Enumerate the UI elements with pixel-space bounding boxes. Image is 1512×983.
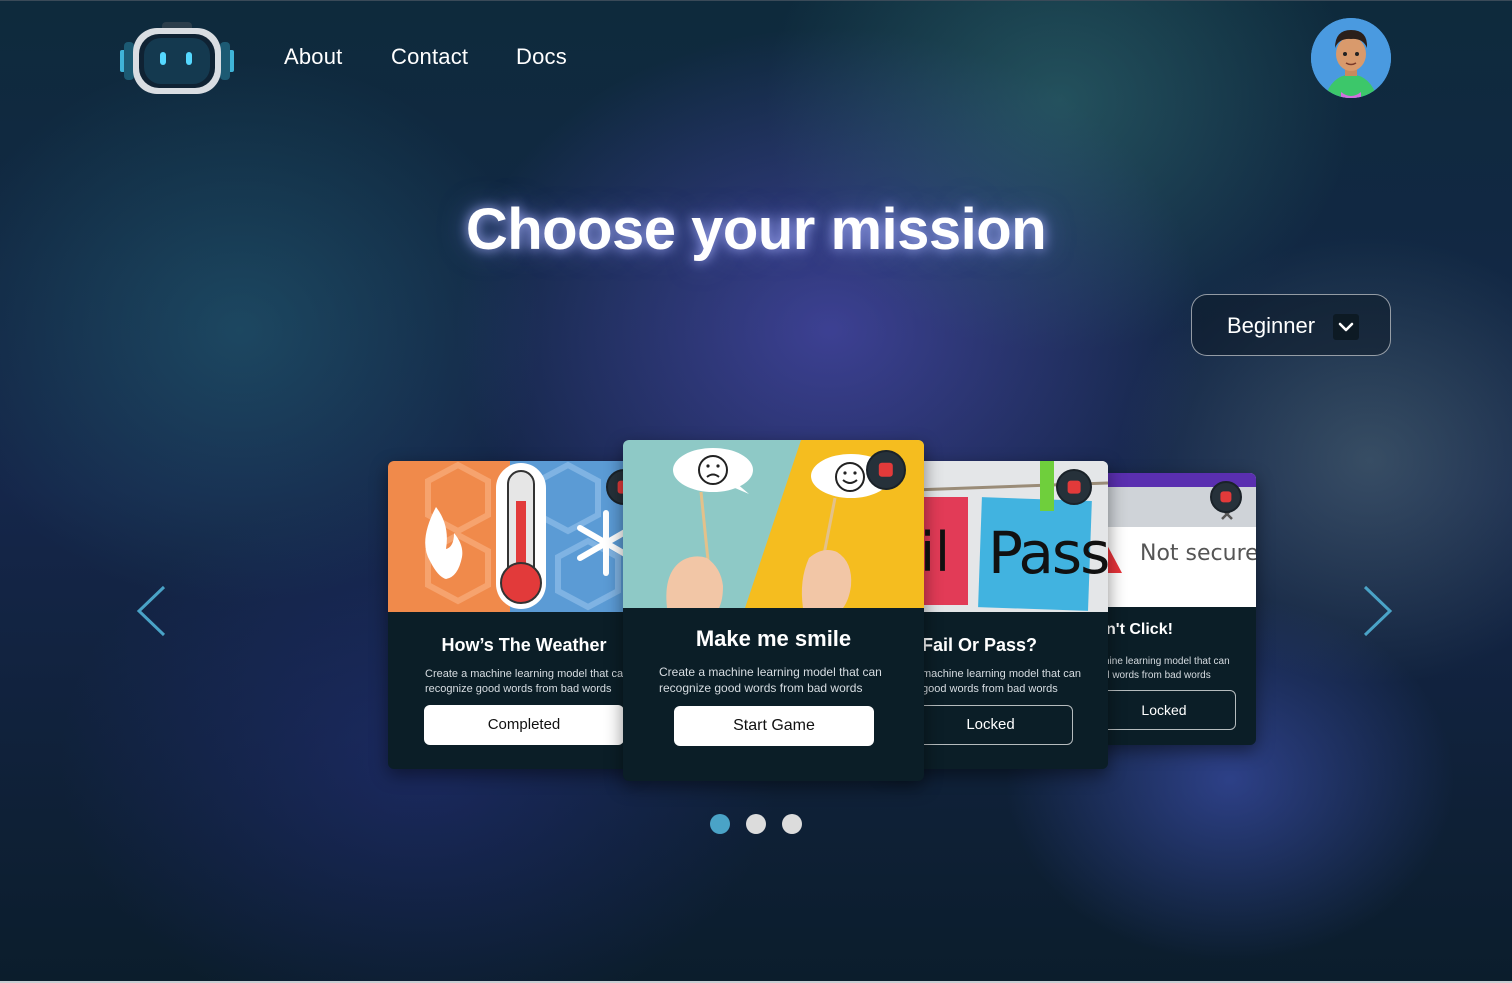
mission-desc: Create a machine learning model that can…: [659, 665, 882, 696]
start-game-button[interactable]: Start Game: [674, 706, 874, 746]
mission-title: Make me smile: [695, 626, 852, 651]
mission-desc: hine learning model that can d words fro…: [1104, 656, 1230, 681]
mission-title: n't Click!: [1106, 621, 1173, 638]
mission-title: How’s The Weather: [441, 635, 607, 655]
nav-contact-link[interactable]: Contact: [391, 44, 468, 70]
mission-locked-button[interactable]: Locked: [1092, 690, 1236, 730]
pagination-dot-2[interactable]: [746, 814, 766, 834]
lock-icon: [1056, 469, 1092, 505]
mission-card-hows-the-weather[interactable]: How’s The Weather Create a machine learn…: [388, 461, 636, 769]
chevron-right-icon: [1363, 585, 1393, 637]
chevron-left-icon: [136, 585, 166, 637]
page-title: Choose your mission: [465, 197, 1047, 262]
mission-title: Fail Or Pass?: [922, 635, 1038, 655]
nav-docs-link[interactable]: Docs: [516, 44, 567, 70]
pagination-dot-1[interactable]: [710, 814, 730, 834]
nav-about-link[interactable]: About: [284, 44, 343, 70]
user-avatar[interactable]: [1311, 18, 1391, 98]
mission-desc: machine learning model that can good wor…: [922, 668, 1081, 695]
level-dropdown-value: Beginner: [1227, 313, 1316, 338]
lock-icon: [1210, 481, 1242, 513]
not-secure-text: Not secure: [1140, 541, 1256, 566]
mission-desc: Create a machine learning model that can…: [425, 668, 630, 695]
mission-image-weather: [388, 461, 636, 612]
carousel-prev-button[interactable]: [134, 584, 168, 638]
pass-text: Pass: [988, 519, 1108, 587]
lock-icon: [866, 450, 906, 490]
mission-card-make-me-smile[interactable]: Make me smile Create a machine learning …: [623, 440, 924, 781]
pagination-dot-3[interactable]: [782, 814, 802, 834]
robot-logo-icon[interactable]: [120, 22, 234, 98]
mission-completed-button[interactable]: Completed: [424, 705, 624, 745]
chevron-down-icon: [1333, 314, 1359, 340]
mission-locked-button[interactable]: Locked: [908, 705, 1073, 745]
top-border: [0, 0, 1512, 1]
level-dropdown[interactable]: Beginner: [1191, 294, 1391, 356]
carousel-next-button[interactable]: [1361, 584, 1395, 638]
fail-text: il: [920, 521, 951, 584]
